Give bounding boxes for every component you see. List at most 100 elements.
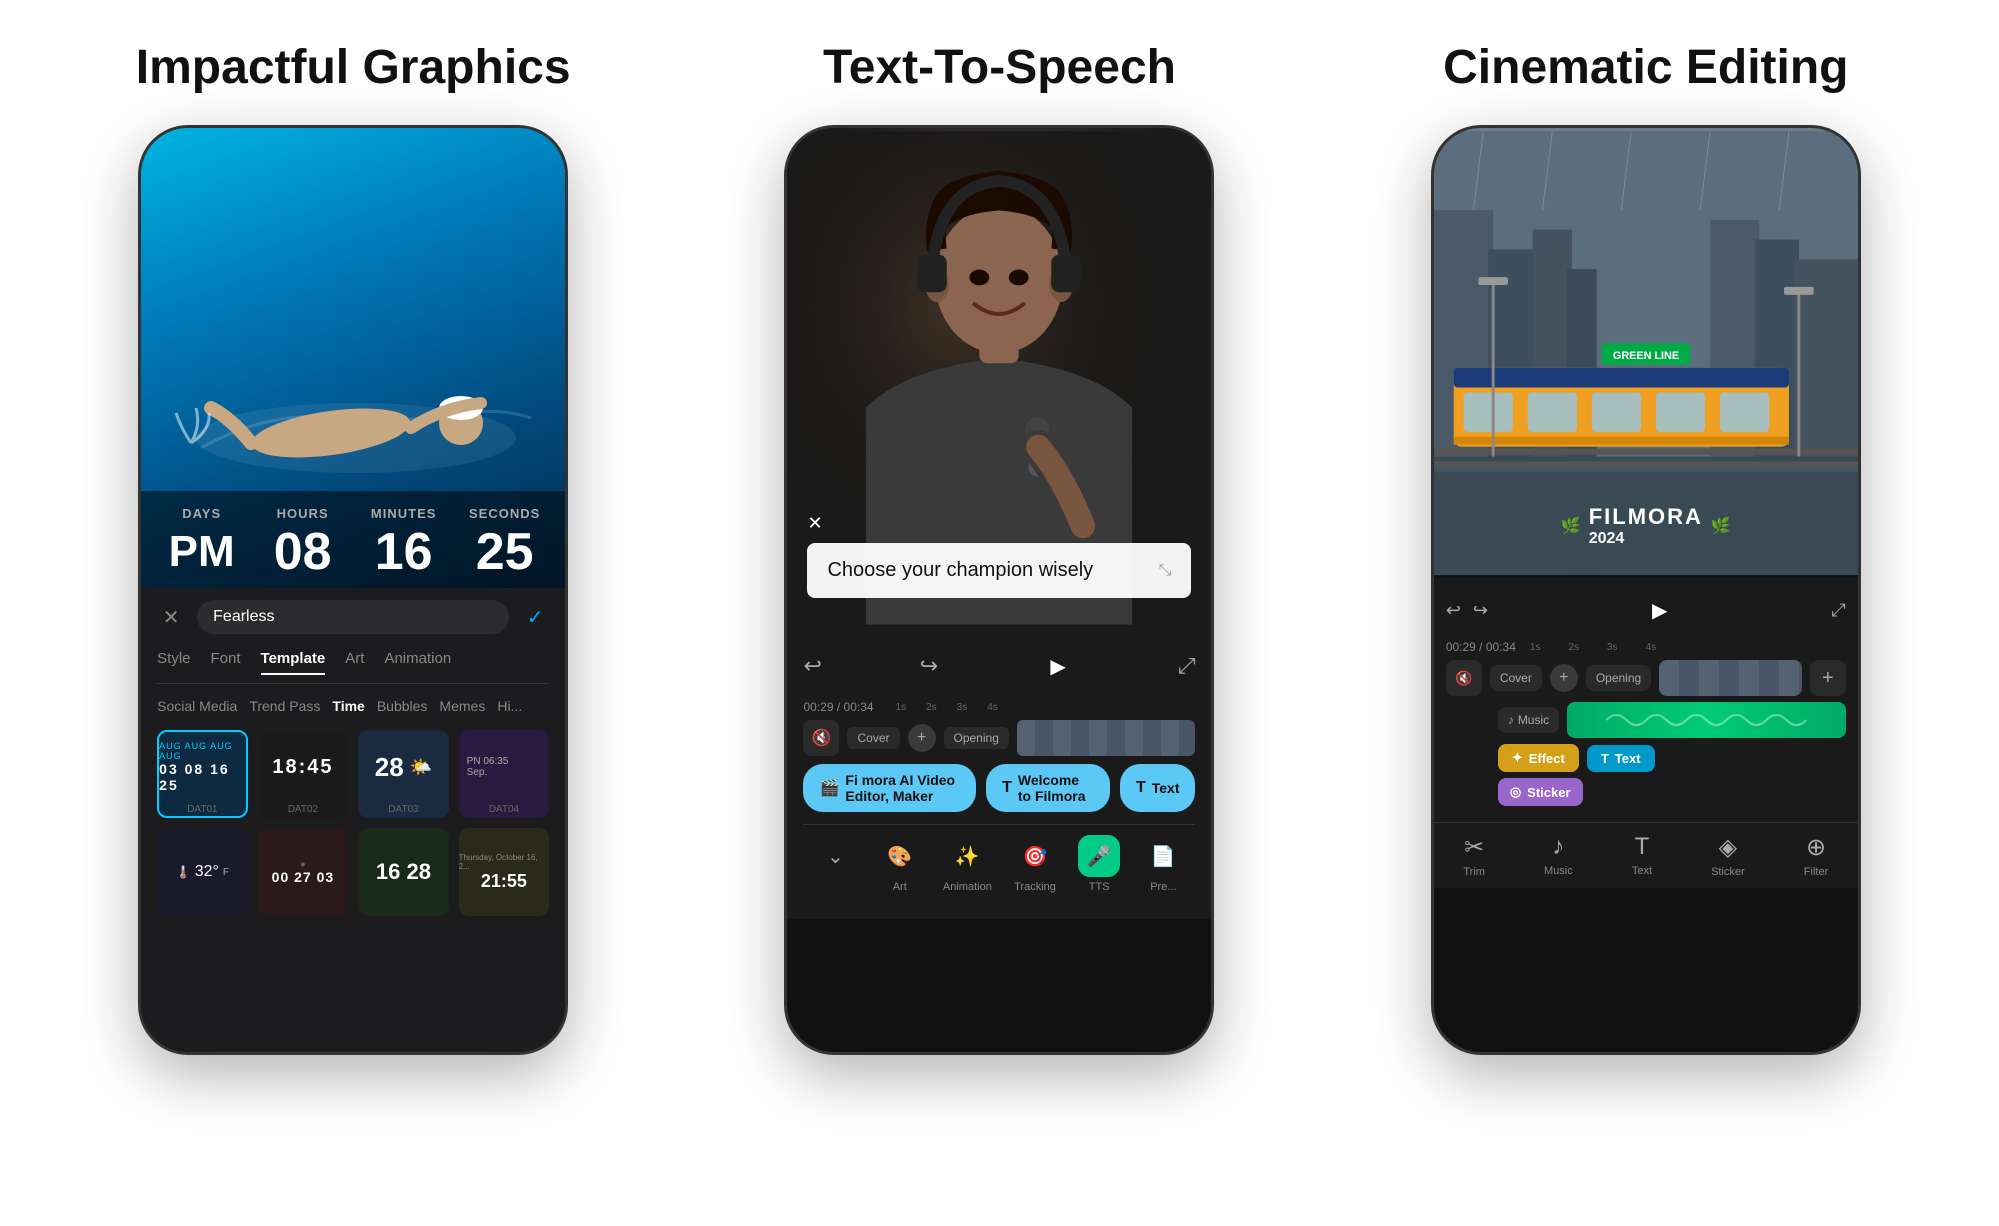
sticker-icon: ◎	[1510, 784, 1521, 800]
template-dat01[interactable]: AUG AUG AUG AUG 03 08 16 25 DAT01	[157, 730, 248, 818]
toolbar-filter[interactable]: ⊕ Filter	[1804, 833, 1828, 878]
tts-label: TTS	[1089, 881, 1110, 893]
template-dat02[interactable]: 18:45 DAT02	[258, 730, 349, 818]
toolbar-item-art[interactable]: 🎨 Art	[879, 835, 921, 893]
sticker-pill[interactable]: ◎ Sticker	[1498, 778, 1583, 806]
sparkle-icon: ✦	[1512, 750, 1523, 766]
video-track-3[interactable]	[1659, 660, 1802, 696]
tts-caption-box: ✕ Choose your champion wisely ⤡	[807, 543, 1191, 598]
text-pill-3[interactable]: T Text	[1587, 745, 1655, 772]
filter-bubbles[interactable]: Bubbles	[377, 698, 428, 714]
tracking-label: Tracking	[1014, 881, 1056, 893]
sticker-track-row: ◎ Sticker	[1446, 778, 1846, 806]
text-icon: T	[1601, 751, 1609, 766]
expand-button[interactable]: ⤢	[1178, 653, 1196, 679]
text-pill[interactable]: T Text	[1120, 764, 1196, 812]
filmora-pill-label: Fi mora AI Video Editor, Maker	[845, 772, 960, 804]
filter-bar: Social Media Trend Pass Time Bubbles Mem…	[157, 698, 549, 714]
playback-bar: ↩ ↪ ▶ ⤢	[803, 644, 1195, 688]
undo-button[interactable]: ↩	[803, 653, 821, 679]
add-opening-button[interactable]: +	[1550, 664, 1578, 692]
mute-button[interactable]: 🔇	[803, 720, 839, 756]
music-track-content[interactable]	[1567, 702, 1846, 738]
cover-track-label: Cover	[847, 727, 899, 749]
animation-label: Animation	[943, 881, 992, 893]
filmora-badge: 🌿 FILMORA 2024 🌿	[1561, 504, 1731, 548]
tab-art[interactable]: Art	[345, 650, 364, 675]
filter-trend[interactable]: Trend Pass	[249, 698, 320, 714]
video-track[interactable]	[1017, 720, 1196, 756]
toolbar-trim[interactable]: ✂ Trim	[1463, 833, 1485, 878]
template-t07[interactable]: 16 28	[358, 828, 449, 916]
toolbar-text[interactable]: T Text	[1632, 833, 1652, 878]
panel-top-bar: ✕ Fearless ✓	[157, 600, 549, 634]
filter-memes[interactable]: Memes	[439, 698, 485, 714]
timer-label-seconds: SECONDS	[454, 506, 555, 521]
toolbar-item-animation[interactable]: ✨ Animation	[943, 835, 992, 893]
section-cinematic: Cinematic Editing	[1353, 40, 1939, 1055]
time-display: 00:29 / 00:34	[803, 700, 873, 714]
filter-social[interactable]: Social Media	[157, 698, 237, 714]
toolbar-item-tracking[interactable]: 🎯 Tracking	[1014, 835, 1056, 893]
media-pills: 🎬 Fi mora AI Video Editor, Maker T Welco…	[803, 764, 1195, 812]
animation-icon: ✨	[946, 835, 988, 877]
welcome-pill[interactable]: T Welcome to Filmora	[986, 764, 1110, 812]
filter-time[interactable]: Time	[332, 698, 364, 714]
toolbar-item-pre[interactable]: 📄 Pre...	[1142, 835, 1184, 893]
close-button[interactable]: ✕	[157, 603, 185, 631]
phone-3: GREEN LINE 🌿	[1431, 125, 1861, 1055]
redo-button[interactable]: ↪	[920, 653, 938, 679]
play-button-3[interactable]: ▶	[1638, 588, 1682, 632]
toolbar-sticker[interactable]: ◈ Sticker	[1711, 833, 1745, 878]
confirm-button[interactable]: ✓	[521, 603, 549, 631]
pre-label: Pre...	[1150, 881, 1176, 893]
toolbar-item-tts[interactable]: 🎤 TTS	[1078, 835, 1120, 893]
caption-close[interactable]: ✕	[807, 513, 822, 534]
phone3-controls: ↩ ↪ ▶ ⤢ 00:29 / 00:34 1s 2s 3s 4s	[1434, 578, 1858, 822]
phone1-hero: DAYS HOURS MINUTES SECONDS PM 08 16 25	[141, 128, 565, 588]
filmora-wreath: 🌿 FILMORA 2024 🌿	[1561, 504, 1731, 548]
phone2-hero: ✕ Choose your champion wisely ⤡	[787, 128, 1211, 628]
music-note-icon: ♪	[1508, 713, 1514, 727]
add-track-button[interactable]: +	[908, 724, 936, 752]
resize-handle[interactable]: ⤡	[1159, 562, 1172, 580]
toolbar-music[interactable]: ♪ Music	[1544, 833, 1573, 878]
mute-button-3[interactable]: 🔇	[1446, 660, 1482, 696]
time-display-3: 00:29 / 00:34	[1446, 640, 1516, 654]
template-t06[interactable]: ● 00 27 03	[258, 828, 349, 916]
ctrl-icons: ↩ ↪	[1446, 600, 1488, 621]
music-track-row: ♪Music	[1446, 702, 1846, 738]
add-video-end-button[interactable]: +	[1810, 660, 1846, 696]
filter-more[interactable]: Hi...	[497, 698, 522, 714]
effect-pill[interactable]: ✦ Effect	[1498, 744, 1579, 772]
template-dat04[interactable]: PN 06:35 Sep. DAT04	[459, 730, 550, 818]
filmora-badge-year: 2024	[1589, 530, 1703, 548]
phone-2: ✕ Choose your champion wisely ⤡ ↩ ↪ ▶ ⤢ …	[784, 125, 1214, 1055]
phone2-controls: ↩ ↪ ▶ ⤢ 00:29 / 00:34 1s 2s 3s 4s �	[787, 628, 1211, 919]
timer-overlay: DAYS HOURS MINUTES SECONDS PM 08 16 25	[141, 491, 565, 588]
tab-style[interactable]: Style	[157, 650, 190, 675]
ctrl-top: ↩ ↪ ▶ ⤢	[1446, 588, 1846, 632]
filmora-pill[interactable]: 🎬 Fi mora AI Video Editor, Maker	[803, 764, 976, 812]
template-t05[interactable]: 🌡️ 32° F	[157, 828, 248, 916]
toolbar-item-chevron[interactable]: ⌄	[815, 835, 857, 893]
timer-label-days: DAYS	[151, 506, 252, 521]
sticker-toolbar-icon: ◈	[1719, 833, 1737, 862]
caption-text: Choose your champion wisely	[827, 559, 1150, 582]
welcome-pill-icon: T	[1002, 779, 1012, 797]
effect-label: Effect	[1529, 751, 1565, 766]
tab-template[interactable]: Template	[261, 650, 326, 675]
preset-name-input[interactable]: Fearless	[197, 600, 509, 634]
template-t08[interactable]: Thursday, October 16, 2... 21:55	[459, 828, 550, 916]
svg-text:GREEN LINE: GREEN LINE	[1613, 350, 1679, 362]
timer-value-seconds: 25	[454, 526, 555, 578]
welcome-pill-label: Welcome to Filmora	[1018, 772, 1094, 804]
play-button[interactable]: ▶	[1036, 644, 1080, 688]
tab-animation[interactable]: Animation	[384, 650, 451, 675]
tab-font[interactable]: Font	[211, 650, 241, 675]
timer-labels: DAYS HOURS MINUTES SECONDS	[151, 506, 555, 521]
redo-icon[interactable]: ↪	[1473, 600, 1488, 621]
fullscreen-icon[interactable]: ⤢	[1831, 600, 1845, 621]
undo-icon[interactable]: ↩	[1446, 600, 1461, 621]
template-dat03[interactable]: 28 🌤️ DAT03	[358, 730, 449, 818]
